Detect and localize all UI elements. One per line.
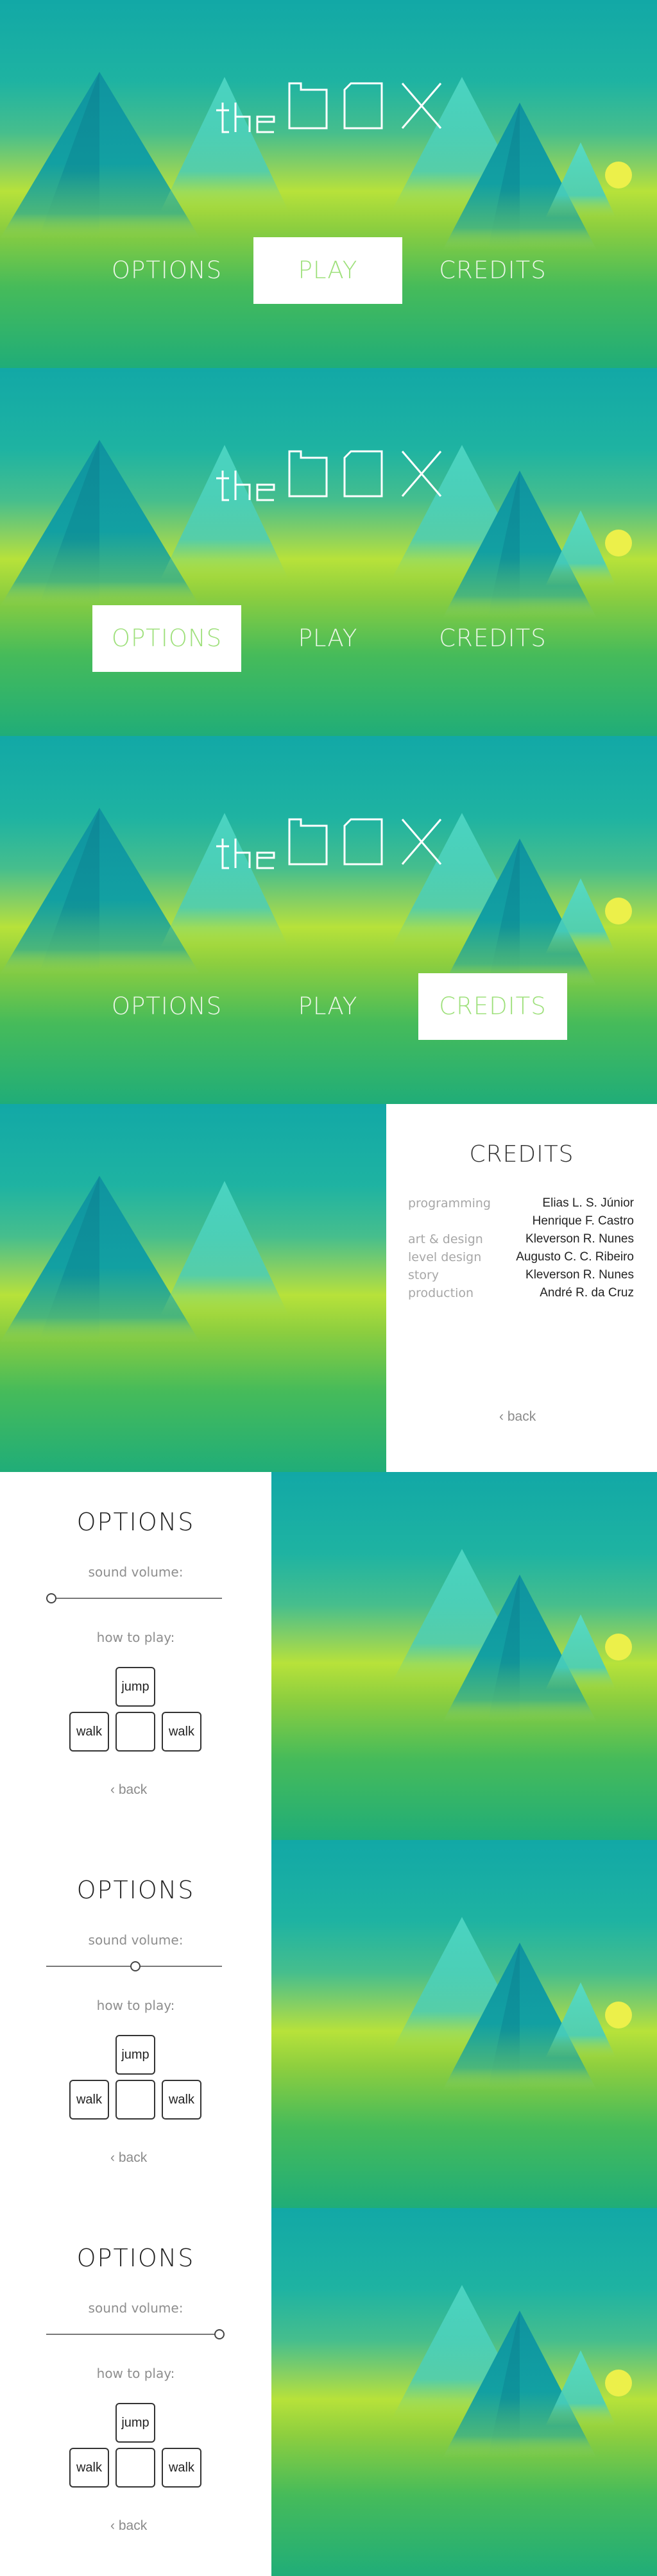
- back-label: back: [507, 1409, 536, 1424]
- play-button[interactable]: PLAY: [253, 973, 402, 1040]
- options-button[interactable]: OPTIONS: [92, 973, 241, 1040]
- down-key: [115, 1712, 155, 1752]
- walk-right-key: walk: [162, 2448, 201, 2488]
- credits-button[interactable]: CREDITS: [418, 605, 567, 672]
- volume-slider-knob[interactable]: [46, 1593, 56, 1603]
- credit-role: story: [408, 1268, 439, 1282]
- credit-name: Henrique F. Castro: [532, 1214, 634, 1228]
- back-label: back: [118, 1782, 148, 1797]
- options-title: OPTIONS: [76, 1876, 195, 1904]
- mountains: [0, 808, 632, 986]
- walk-right-key: walk: [162, 2080, 201, 2120]
- mountains: [0, 72, 632, 250]
- volume-slider-knob[interactable]: [214, 2329, 225, 2339]
- options-dialog: OPTIONS sound volume: how to play: jump …: [0, 1472, 271, 1840]
- background-scene: [0, 368, 657, 736]
- back-label: back: [118, 2150, 148, 2165]
- game-logo: [215, 76, 446, 137]
- sun-icon: [605, 162, 632, 188]
- sound-volume-label: sound volume:: [88, 1564, 183, 1580]
- credits-row: level design Augusto C. C. Ribeiro: [408, 1250, 634, 1268]
- how-to-play-label: how to play:: [96, 2366, 175, 2381]
- credits-title: CREDITS: [469, 1141, 574, 1167]
- credit-name: André R. da Cruz: [540, 1286, 634, 1300]
- jump-key: jump: [115, 2403, 155, 2443]
- sun-icon: [605, 2370, 632, 2396]
- background-scene: [0, 0, 657, 368]
- game-logo: [215, 444, 446, 505]
- credits-dialog: CREDITS programming Elias L. S. Júnior H…: [386, 1104, 657, 1472]
- walk-left-key: walk: [69, 1712, 109, 1752]
- credits-row: Henrique F. Castro: [408, 1214, 634, 1232]
- mountains: [0, 440, 632, 618]
- back-button[interactable]: ‹ back: [499, 1409, 536, 1425]
- credit-name: Kleverson R. Nunes: [525, 1232, 634, 1246]
- credit-role: level design: [408, 1250, 482, 1264]
- credit-name: Elias L. S. Júnior: [542, 1196, 634, 1210]
- back-button[interactable]: ‹ back: [110, 2150, 147, 2166]
- credit-role: programming: [408, 1196, 491, 1210]
- credit-name: Kleverson R. Nunes: [525, 1268, 634, 1282]
- options-screen-volume-0: OPTIONS sound volume: how to play: jump …: [0, 1472, 657, 1840]
- sun-icon: [605, 530, 632, 556]
- chevron-left-icon: ‹: [110, 1782, 115, 1797]
- chevron-left-icon: ‹: [499, 1409, 504, 1424]
- sun-icon: [605, 1634, 632, 1660]
- volume-slider-track[interactable]: [46, 2334, 222, 2335]
- game-logo: [215, 812, 446, 873]
- options-dialog: OPTIONS sound volume: how to play: jump …: [0, 1840, 271, 2208]
- volume-slider-track[interactable]: [46, 1598, 222, 1599]
- menu-screen-play: OPTIONS PLAY CREDITS: [0, 0, 657, 368]
- menu-screen-credits: OPTIONS PLAY CREDITS: [0, 736, 657, 1104]
- options-title: OPTIONS: [76, 2244, 195, 2272]
- sun-icon: [605, 2002, 632, 2028]
- how-to-play-label: how to play:: [96, 1998, 175, 2013]
- credits-button[interactable]: CREDITS: [418, 973, 567, 1040]
- walk-left-key: walk: [69, 2448, 109, 2488]
- sun-icon: [605, 898, 632, 924]
- sound-volume-label: sound volume:: [88, 1932, 183, 1948]
- credits-screen: CREDITS programming Elias L. S. Júnior H…: [0, 1104, 657, 1472]
- credits-button[interactable]: CREDITS: [418, 237, 567, 304]
- down-key: [115, 2448, 155, 2488]
- options-dialog: OPTIONS sound volume: how to play: jump …: [0, 2208, 271, 2576]
- play-button[interactable]: PLAY: [253, 237, 402, 304]
- credits-row: art & design Kleverson R. Nunes: [408, 1232, 634, 1250]
- chevron-left-icon: ‹: [110, 2150, 115, 2165]
- logo-icon: [216, 818, 442, 869]
- credit-name: Augusto C. C. Ribeiro: [516, 1250, 634, 1264]
- options-title: OPTIONS: [76, 1508, 195, 1536]
- menu-screen-options: OPTIONS PLAY CREDITS: [0, 368, 657, 736]
- credit-role: art & design: [408, 1232, 483, 1246]
- sound-volume-label: sound volume:: [88, 2300, 183, 2316]
- how-to-play-label: how to play:: [96, 1630, 175, 1645]
- back-label: back: [118, 2518, 148, 2533]
- play-button[interactable]: PLAY: [253, 605, 402, 672]
- options-button[interactable]: OPTIONS: [92, 237, 241, 304]
- volume-slider-knob[interactable]: [130, 1961, 141, 1971]
- logo-icon: [216, 450, 442, 501]
- back-button[interactable]: ‹ back: [110, 1782, 147, 1798]
- jump-key: jump: [115, 1667, 155, 1707]
- back-button[interactable]: ‹ back: [110, 2518, 147, 2534]
- walk-left-key: walk: [69, 2080, 109, 2120]
- background-scene: [0, 736, 657, 1104]
- credits-row: programming Elias L. S. Júnior: [408, 1196, 634, 1214]
- options-screen-volume-100: OPTIONS sound volume: how to play: jump …: [0, 2208, 657, 2576]
- credit-role: production: [408, 1286, 474, 1300]
- logo-icon: [216, 82, 442, 133]
- walk-right-key: walk: [162, 1712, 201, 1752]
- jump-key: jump: [115, 2035, 155, 2075]
- options-button[interactable]: OPTIONS: [92, 605, 241, 672]
- credits-row: story Kleverson R. Nunes: [408, 1268, 634, 1286]
- down-key: [115, 2080, 155, 2120]
- credits-row: production André R. da Cruz: [408, 1286, 634, 1304]
- options-screen-volume-50: OPTIONS sound volume: how to play: jump …: [0, 1840, 657, 2208]
- chevron-left-icon: ‹: [110, 2518, 115, 2533]
